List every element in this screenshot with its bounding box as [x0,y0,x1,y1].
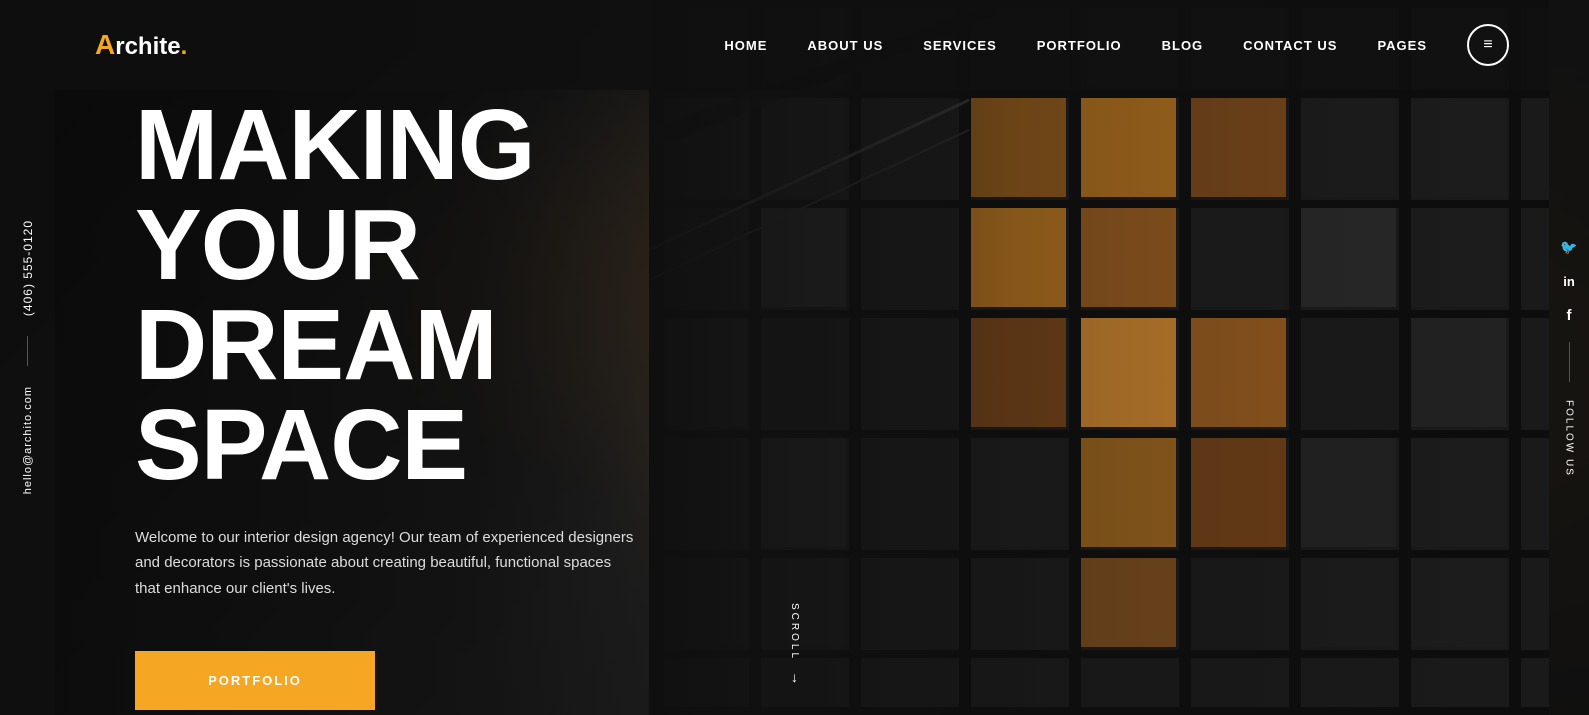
nav-blog[interactable]: BLOG [1162,38,1204,53]
nav-services[interactable]: SERVICES [923,38,997,53]
sidebar-right-divider [1569,342,1570,382]
logo-letter-a: A [95,29,115,61]
nav-links: HOME ABOUT US SERVICES PORTFOLIO BLOG CO… [724,24,1509,66]
scroll-label: SCROLL [789,603,800,661]
linkedin-icon[interactable]: in [1563,274,1575,289]
nav-portfolio[interactable]: PORTFOLIO [1037,38,1122,53]
portfolio-button[interactable]: PORTFOLIO [135,651,375,710]
scroll-arrow-icon: ↓ [791,669,798,685]
sidebar-divider [27,336,28,366]
menu-icon: ≡ [1483,36,1492,54]
scroll-indicator: SCROLL ↓ [789,603,800,685]
phone-number: (406) 555-0120 [21,220,35,316]
menu-button[interactable]: ≡ [1467,24,1509,66]
hero-subtitle: Welcome to our interior design agency! O… [135,525,635,602]
nav-home[interactable]: HOME [724,38,767,53]
hero-content: MAKING YOUR DREAM SPACE Welcome to our i… [55,90,1549,715]
nav-contact[interactable]: CONTACT US [1243,38,1337,53]
logo[interactable]: A rchite . [95,29,187,61]
hero-title: MAKING YOUR DREAM SPACE [135,95,835,495]
hero-title-line2: DREAM SPACE [135,289,497,501]
logo-rest: rchite [115,33,180,61]
navbar: A rchite . HOME ABOUT US SERVICES PORTFO… [55,0,1549,90]
email-address: hello@archito.com [22,386,34,494]
left-sidebar: (406) 555-0120 hello@archito.com [0,0,55,715]
hero-title-line1: MAKING YOUR [135,89,535,301]
twitter-icon[interactable]: 🐦 [1560,239,1577,256]
logo-dot: . [181,33,188,61]
right-sidebar: 🐦 in f FOLLOW US [1549,0,1589,715]
facebook-icon[interactable]: f [1567,307,1572,324]
nav-pages[interactable]: PAGES [1377,38,1427,53]
follow-us-label: FOLLOW US [1564,400,1575,477]
nav-about[interactable]: ABOUT US [807,38,883,53]
